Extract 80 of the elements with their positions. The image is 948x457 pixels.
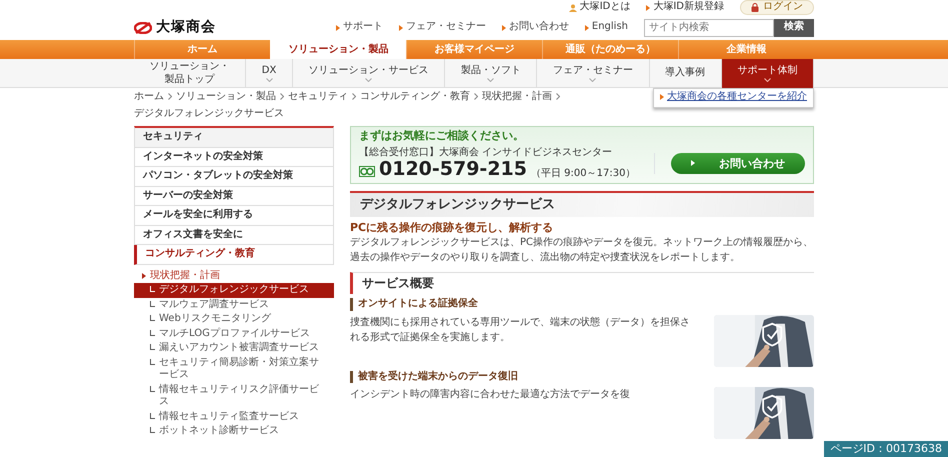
branch-icon [150, 358, 155, 364]
sidebar-subitem[interactable]: マルチLOGプロファイルサービス [134, 326, 334, 341]
freedial-icon [359, 166, 375, 178]
sidebar-subitem[interactable]: デジタルフォレンジックサービス [134, 283, 334, 298]
breadcrumb-link[interactable]: コンサルティング・教育 [360, 90, 470, 103]
sidebar-item[interactable]: オフィス文書を安全に [134, 226, 334, 245]
sidebar-subitem[interactable]: 情報セキュリティ監査サービス [134, 410, 334, 424]
sidebar-heading: セキュリティ [134, 126, 334, 148]
sidebar-subitem[interactable]: 現状把握・計画 [134, 268, 334, 283]
branch-icon [150, 386, 155, 392]
subsection-title: 被害を受けた端末からのデータ復旧 [350, 370, 814, 384]
lock-icon [751, 3, 759, 12]
bullet-icon [502, 24, 506, 30]
breadcrumb-link[interactable]: ホーム [134, 90, 164, 103]
contact-button[interactable]: お問い合わせ [671, 152, 805, 174]
subnav-tab[interactable]: ソリューション・サービス [292, 59, 446, 88]
sidebar-subitem[interactable]: ボットネット診断サービス [134, 424, 334, 438]
top-link[interactable]: 大塚IDとは [568, 1, 630, 14]
bullet-icon [336, 24, 340, 30]
subsection-title: オンサイトによる証拠保全 [350, 298, 814, 311]
branch-icon [150, 300, 155, 306]
search-field[interactable]: サイト内検索 [644, 18, 774, 36]
nav-tab[interactable]: ソリューション・製品 [270, 40, 406, 59]
breadcrumb-link[interactable]: 現状把握・計画 [482, 90, 552, 103]
phone-number: 0120-579-215 [379, 159, 527, 180]
header-link[interactable]: サポート [336, 21, 383, 34]
header-link[interactable]: お問い合わせ [502, 21, 569, 34]
sidebar-subitem[interactable]: セキュリティ簡易診断・対策立案サービス [134, 356, 334, 382]
contact-desk-label: 【総合受付窓口】大塚商会 インサイドビジネスセンター [359, 146, 614, 160]
branch-icon [150, 286, 155, 292]
branch-icon [150, 315, 155, 321]
chevron-icon [280, 93, 284, 100]
section-title: サービス概要 [350, 272, 814, 294]
sidebar-item[interactable]: パソコン・タブレットの安全対策 [134, 167, 334, 186]
branch-icon [150, 344, 155, 350]
header-link[interactable]: フェア・セミナー [398, 21, 486, 34]
chevron-icon [556, 93, 560, 100]
page-id-label: ページID：00173638 [824, 441, 948, 457]
bullet-icon [398, 24, 403, 30]
sidebar-item[interactable]: サーバーの安全対策 [134, 186, 334, 206]
top-link[interactable]: 大塚ID新規登録 [646, 1, 724, 14]
sidebar-item[interactable]: メールを安全に利用する [134, 206, 334, 226]
lead-heading: PCに残る操作の痕跡を復元し、解析する [350, 221, 554, 236]
business-hours: （平日 9:00～17:30） [530, 168, 636, 180]
bullet-icon [646, 4, 650, 10]
header-link[interactable]: English [584, 21, 628, 34]
sidebar-subitem[interactable]: 情報セキュリティリスク評価サービス [134, 382, 334, 410]
sidebar-subitem[interactable]: マルウェア調査サービス [134, 298, 334, 312]
chevron-icon [352, 93, 356, 100]
bullet-icon [142, 272, 146, 279]
search-button[interactable]: 検索 [774, 18, 814, 36]
contact-heading: まずはお気軽にご相談ください。 [359, 129, 525, 143]
subnav-tab[interactable]: フェア・セミナー [537, 59, 650, 88]
breadcrumb-link[interactable]: ソリューション・製品 [176, 90, 276, 103]
logo-text: 大塚商会 [156, 18, 216, 36]
sidebar-item[interactable]: コンサルティング・教育 [134, 245, 334, 264]
breadcrumb-link[interactable]: セキュリティ [288, 90, 348, 103]
subsection-text: 捜査機関にも採用されている専用ツールで、端末の状態（データ）を担保される形式で証拠保全を実施します。 [350, 316, 691, 345]
subsection-text: インシデント時の障害内容に合わせた最適な方法でデータを復 [350, 388, 631, 402]
branch-icon [150, 427, 155, 433]
branch-icon [150, 412, 155, 418]
page-title: デジタルフォレンジックサービス [350, 191, 814, 218]
person-icon [568, 4, 577, 12]
lead-paragraph: デジタルフォレンジックサービスは、PC操作の痕跡やデータを復元。ネットワーク上の情報履歴から、過去の操作やデータのやり取りを調査し、流出物の特定や捜査状況をレポートします。 [350, 236, 814, 266]
logo-icon [134, 22, 152, 34]
sidebar-subitem[interactable]: Webリスクモニタリング [134, 312, 334, 326]
breadcrumb-link[interactable]: デジタルフォレンジックサービス [134, 107, 284, 120]
login-button[interactable]: ログイン [740, 0, 814, 15]
subnav-tab[interactable]: ソリューション・製品トップ [134, 59, 246, 88]
sidebar-item[interactable]: インターネットの安全対策 [134, 148, 334, 167]
bullet-icon [584, 24, 589, 30]
bullet-icon [660, 94, 664, 100]
subnav-tab[interactable]: サポート体制 [722, 59, 814, 88]
subnav-tab[interactable]: 製品・ソフト [445, 59, 538, 88]
subnav-tab[interactable]: DX [246, 59, 293, 88]
arrow-icon [691, 160, 695, 166]
branch-icon [150, 330, 155, 336]
sidebar-subitem[interactable]: 漏えいアカウント被害調査サービス [134, 341, 334, 356]
chevron-icon [168, 93, 172, 100]
chevron-icon [474, 93, 478, 100]
